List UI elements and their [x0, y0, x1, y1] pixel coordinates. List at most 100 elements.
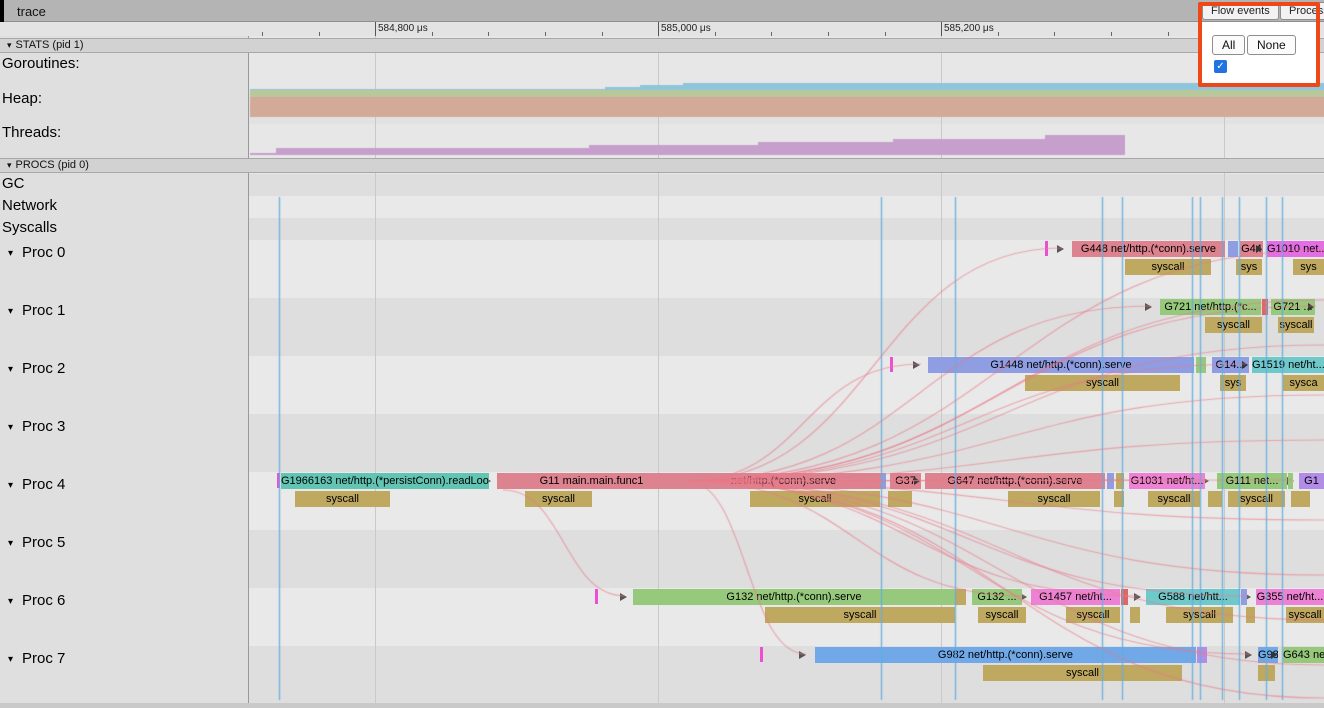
- collapse-arrow-icon[interactable]: ▾: [7, 40, 12, 50]
- syscall-span[interactable]: syscall: [1228, 491, 1285, 507]
- trace-span[interactable]: G643 ne...: [1283, 647, 1324, 663]
- collapse-arrow-icon[interactable]: ▾: [8, 364, 13, 375]
- trace-span[interactable]: G647 net/http.(*conn).serve: [925, 473, 1105, 489]
- trace-span[interactable]: G721 ...: [1271, 299, 1315, 315]
- trace-span[interactable]: [881, 473, 886, 489]
- proc-row-label[interactable]: ▾Proc 4: [8, 476, 65, 493]
- trace-span[interactable]: G1457 net/ht...: [1031, 589, 1120, 605]
- flow-events-button[interactable]: Flow events: [1202, 2, 1279, 20]
- track-row-label: GC: [2, 175, 25, 192]
- trace-span[interactable]: G1031 net/ht...: [1129, 473, 1205, 489]
- trace-span[interactable]: G1966163 net/http.(*persistConn).readLoo…: [281, 473, 489, 489]
- syscall-span[interactable]: syscall: [1008, 491, 1100, 507]
- trace-span[interactable]: G132 ...: [972, 589, 1022, 605]
- trace-span[interactable]: G982 net/http.(*conn).serve: [815, 647, 1196, 663]
- collapse-arrow-icon[interactable]: ▾: [8, 538, 13, 549]
- syscall-span[interactable]: syscall: [1066, 607, 1120, 623]
- syscall-span[interactable]: syscall: [750, 491, 880, 507]
- proc-row-label[interactable]: ▾Proc 1: [8, 302, 65, 319]
- syscall-span[interactable]: syscall: [1125, 259, 1211, 275]
- syscall-span[interactable]: [1291, 491, 1310, 507]
- trace-span[interactable]: [1196, 357, 1206, 373]
- syscall-span[interactable]: sysca: [1283, 375, 1324, 391]
- syscall-span[interactable]: [1258, 665, 1275, 681]
- ruler-minor-tick: [998, 32, 999, 36]
- trace-span[interactable]: G1448 net/http.(*conn).serve: [928, 357, 1194, 373]
- trace-span[interactable]: [1107, 473, 1114, 489]
- trace-span[interactable]: G11 main.main.func1: [497, 473, 686, 489]
- proc-row-label[interactable]: ▾Proc 7: [8, 650, 65, 667]
- ruler-major-tick: [941, 22, 942, 36]
- proc-label-text: Proc 6: [22, 592, 65, 609]
- syscall-span[interactable]: syscall: [978, 607, 1026, 623]
- collapse-arrow-icon[interactable]: ▾: [8, 480, 13, 491]
- trace-span[interactable]: [1288, 473, 1293, 489]
- syscall-span[interactable]: [888, 491, 912, 507]
- syscall-span[interactable]: syscall: [983, 665, 1182, 681]
- flow-none-button[interactable]: None: [1247, 35, 1296, 55]
- proc-row-label[interactable]: ▾Proc 2: [8, 360, 65, 377]
- trace-span[interactable]: G1010 net...: [1267, 241, 1324, 257]
- collapse-arrow-icon[interactable]: ▾: [7, 160, 12, 170]
- collapse-arrow-icon[interactable]: ▾: [8, 422, 13, 433]
- collapse-arrow-icon[interactable]: ▾: [8, 248, 13, 259]
- flow-checkbox[interactable]: ✓: [1214, 60, 1227, 73]
- trace-span[interactable]: G132 net/http.(*conn).serve: [633, 589, 955, 605]
- proc-row-label[interactable]: ▾Proc 5: [8, 534, 65, 551]
- ruler-minor-tick: [885, 32, 886, 36]
- proc-row-label[interactable]: ▾ Proc 6: [8, 592, 65, 609]
- processes-button[interactable]: Processes: [1280, 2, 1324, 20]
- syscall-span[interactable]: syscall: [765, 607, 955, 623]
- flow-arrowhead-icon: [1057, 245, 1064, 253]
- trace-span[interactable]: [1116, 473, 1124, 489]
- syscall-span[interactable]: syscall: [1025, 375, 1180, 391]
- syscall-span[interactable]: sys: [1293, 259, 1324, 275]
- ruler-minor-tick: [602, 32, 603, 36]
- trace-span[interactable]: G588 net/htt...: [1146, 589, 1240, 605]
- syscall-span[interactable]: [1246, 607, 1255, 623]
- trace-span[interactable]: G448 net/http.(*conn).serve: [1072, 241, 1225, 257]
- titlebar: trace: [0, 0, 1324, 22]
- trace-span[interactable]: [1121, 589, 1128, 605]
- syscall-span[interactable]: syscall: [1278, 317, 1314, 333]
- syscall-span[interactable]: syscall: [525, 491, 592, 507]
- collapse-arrow-icon[interactable]: ▾: [8, 654, 13, 665]
- trace-span[interactable]: G1: [1299, 473, 1324, 489]
- timeline-ruler[interactable]: 584,800 μs585,000 μs585,200 μs: [0, 22, 1324, 36]
- proc-row-label[interactable]: ▾Proc 0: [8, 244, 65, 261]
- section-label: PROCS (pid 0): [16, 159, 89, 171]
- section-header-procs[interactable]: ▾ PROCS (pid 0): [0, 158, 1324, 173]
- trace-span[interactable]: G98: [1258, 647, 1278, 663]
- trace-span[interactable]: G37: [890, 473, 921, 489]
- syscall-span[interactable]: [1130, 607, 1140, 623]
- syscall-span[interactable]: sys: [1220, 375, 1246, 391]
- trace-span[interactable]: [1241, 589, 1247, 605]
- syscall-span[interactable]: syscall: [1148, 491, 1200, 507]
- trace-span[interactable]: G1519 net/ht...: [1252, 357, 1324, 373]
- syscall-span[interactable]: [1208, 491, 1222, 507]
- trace-span[interactable]: [1228, 241, 1238, 257]
- section-header-stats[interactable]: ▾STATS (pid 1): [0, 38, 1324, 53]
- trace-span[interactable]: G721 net/http.(*c...: [1160, 299, 1261, 315]
- syscall-span[interactable]: syscall: [295, 491, 390, 507]
- syscall-span[interactable]: syscall: [1205, 317, 1262, 333]
- trace-span[interactable]: [1262, 299, 1268, 315]
- trace-span[interactable]: G355 net/ht...: [1256, 589, 1324, 605]
- syscall-span[interactable]: syscall: [1286, 607, 1324, 623]
- trace-span[interactable]: G14...: [1212, 357, 1249, 373]
- collapse-arrow-icon[interactable]: ▾: [8, 596, 13, 607]
- trace-span[interactable]: G44: [1240, 241, 1263, 257]
- flow-all-button[interactable]: All: [1212, 35, 1245, 55]
- trace-span[interactable]: net/http.(*conn).serve: [686, 473, 881, 489]
- syscall-span[interactable]: syscall: [1166, 607, 1233, 623]
- proc-row-label[interactable]: ▾Proc 3: [8, 418, 65, 435]
- trace-span[interactable]: [1197, 647, 1207, 663]
- syscall-span[interactable]: [1114, 491, 1124, 507]
- trace-span[interactable]: [955, 589, 966, 605]
- ruler-major-tick: [658, 22, 659, 36]
- syscall-span[interactable]: sys: [1236, 259, 1262, 275]
- ruler-minor-tick: [488, 32, 489, 36]
- bottom-bar: [0, 703, 1324, 708]
- trace-span[interactable]: G111 net...: [1217, 473, 1287, 489]
- collapse-arrow-icon[interactable]: ▾: [8, 306, 13, 317]
